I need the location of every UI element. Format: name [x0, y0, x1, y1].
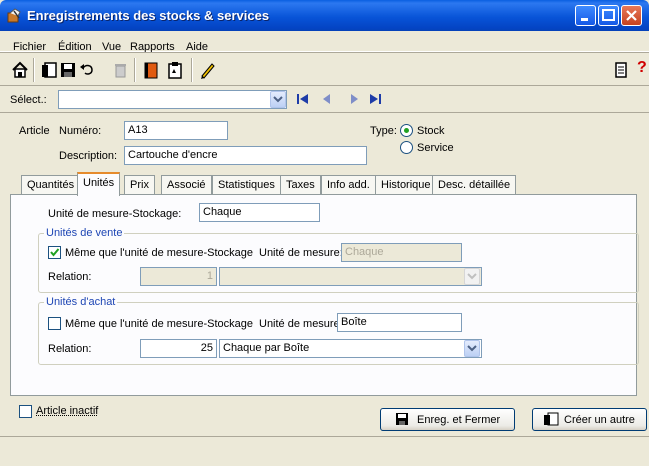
toolbar — [0, 52, 649, 86]
toolbar-separator — [33, 58, 35, 82]
select-label: Sélect.: — [10, 94, 47, 106]
sales-relation-label: Relation: — [48, 271, 92, 283]
next-record-icon[interactable] — [347, 92, 361, 109]
maximize-button[interactable] — [598, 5, 619, 26]
undo-icon[interactable] — [78, 61, 96, 79]
toolbar-separator — [134, 58, 136, 82]
app-stock-icon — [6, 8, 22, 24]
last-record-icon[interactable] — [368, 92, 382, 109]
previous-record-icon[interactable] — [320, 92, 334, 109]
create-other-label: Créer un autre — [564, 414, 635, 426]
purchase-relation-field[interactable]: 25 — [140, 339, 217, 358]
sales-relation-field: 1 — [140, 267, 217, 286]
sales-unit-label: Unité de mesure: — [259, 247, 343, 259]
tab-prix[interactable]: Prix — [124, 175, 155, 194]
save-icon — [395, 412, 409, 429]
new-record-icon — [543, 412, 559, 429]
purchase-same-checkbox[interactable] — [48, 317, 61, 330]
tab-taxes[interactable]: Taxes — [280, 175, 321, 194]
close-button[interactable] — [621, 5, 642, 26]
chevron-down-icon — [464, 268, 480, 285]
tab-historique[interactable]: Historique — [375, 175, 437, 194]
inactive-label[interactable]: Article inactif — [36, 405, 98, 417]
minimize-button[interactable] — [575, 5, 596, 26]
type-service-label[interactable]: Service — [417, 142, 454, 154]
purchase-same-label[interactable]: Même que l'unité de mesure-Stockage — [65, 318, 253, 330]
sales-unit-field: Chaque — [341, 243, 462, 262]
report-icon[interactable] — [612, 61, 630, 79]
sales-relation-unit-combo — [219, 267, 482, 286]
purchase-unit-label: Unité de mesure: — [259, 318, 343, 330]
sales-units-title: Unités de vente — [44, 227, 125, 239]
type-label: Type: — [370, 125, 397, 137]
chevron-down-icon[interactable] — [270, 91, 286, 108]
article-label: Article — [19, 125, 50, 137]
save-close-button[interactable]: Enreg. et Fermer — [380, 408, 515, 431]
create-other-button[interactable]: Créer un autre — [532, 408, 647, 431]
sales-same-checkbox[interactable] — [48, 246, 61, 259]
tab-unites[interactable]: Unités — [77, 172, 121, 196]
clipboard-icon[interactable] — [166, 61, 184, 79]
menu-bar — [0, 31, 649, 52]
purchase-relation-unit-combo[interactable]: Chaque par Boîte — [219, 339, 482, 358]
save-close-label: Enreg. et Fermer — [417, 414, 501, 426]
purchase-unit-field[interactable]: Boîte — [337, 313, 462, 332]
status-bar — [0, 436, 649, 466]
select-combo[interactable] — [58, 90, 287, 109]
tab-quantites[interactable]: Quantités — [21, 175, 81, 194]
save-icon[interactable] — [59, 61, 77, 79]
pencil-icon[interactable] — [199, 61, 217, 79]
tab-desc-detaillee[interactable]: Desc. détaillée — [432, 175, 517, 194]
purchase-relation-label: Relation: — [48, 343, 92, 355]
type-service-radio[interactable] — [400, 141, 413, 154]
trash-icon[interactable] — [112, 61, 130, 79]
tab-panel-unites — [10, 194, 637, 396]
new-record-icon[interactable] — [40, 61, 58, 79]
sales-same-label[interactable]: Même que l'unité de mesure-Stockage — [65, 247, 253, 259]
tab-statistiques[interactable]: Statistiques — [212, 175, 281, 194]
window-title: Enregistrements des stocks & services — [27, 8, 270, 23]
stockage-label: Unité de mesure-Stockage: — [48, 208, 182, 220]
book-icon[interactable] — [142, 61, 160, 79]
help-icon[interactable]: ? — [637, 59, 647, 77]
tab-info-add[interactable]: Info add. — [321, 175, 376, 194]
inactive-checkbox[interactable] — [19, 405, 32, 418]
numero-field[interactable]: A13 — [124, 121, 228, 140]
type-stock-label[interactable]: Stock — [417, 125, 445, 137]
stockage-unit-field[interactable]: Chaque — [199, 203, 320, 222]
purchase-units-title: Unités d'achat — [44, 296, 118, 308]
tab-associe[interactable]: Associé — [161, 175, 212, 194]
description-field[interactable]: Cartouche d'encre — [124, 146, 367, 165]
type-stock-radio[interactable] — [400, 124, 413, 137]
toolbar-separator — [191, 58, 193, 82]
home-icon[interactable] — [11, 61, 29, 79]
chevron-down-icon[interactable] — [464, 340, 480, 357]
description-label: Description: — [59, 150, 118, 162]
numero-label: Numéro: — [59, 125, 102, 137]
first-record-icon[interactable] — [296, 92, 310, 109]
